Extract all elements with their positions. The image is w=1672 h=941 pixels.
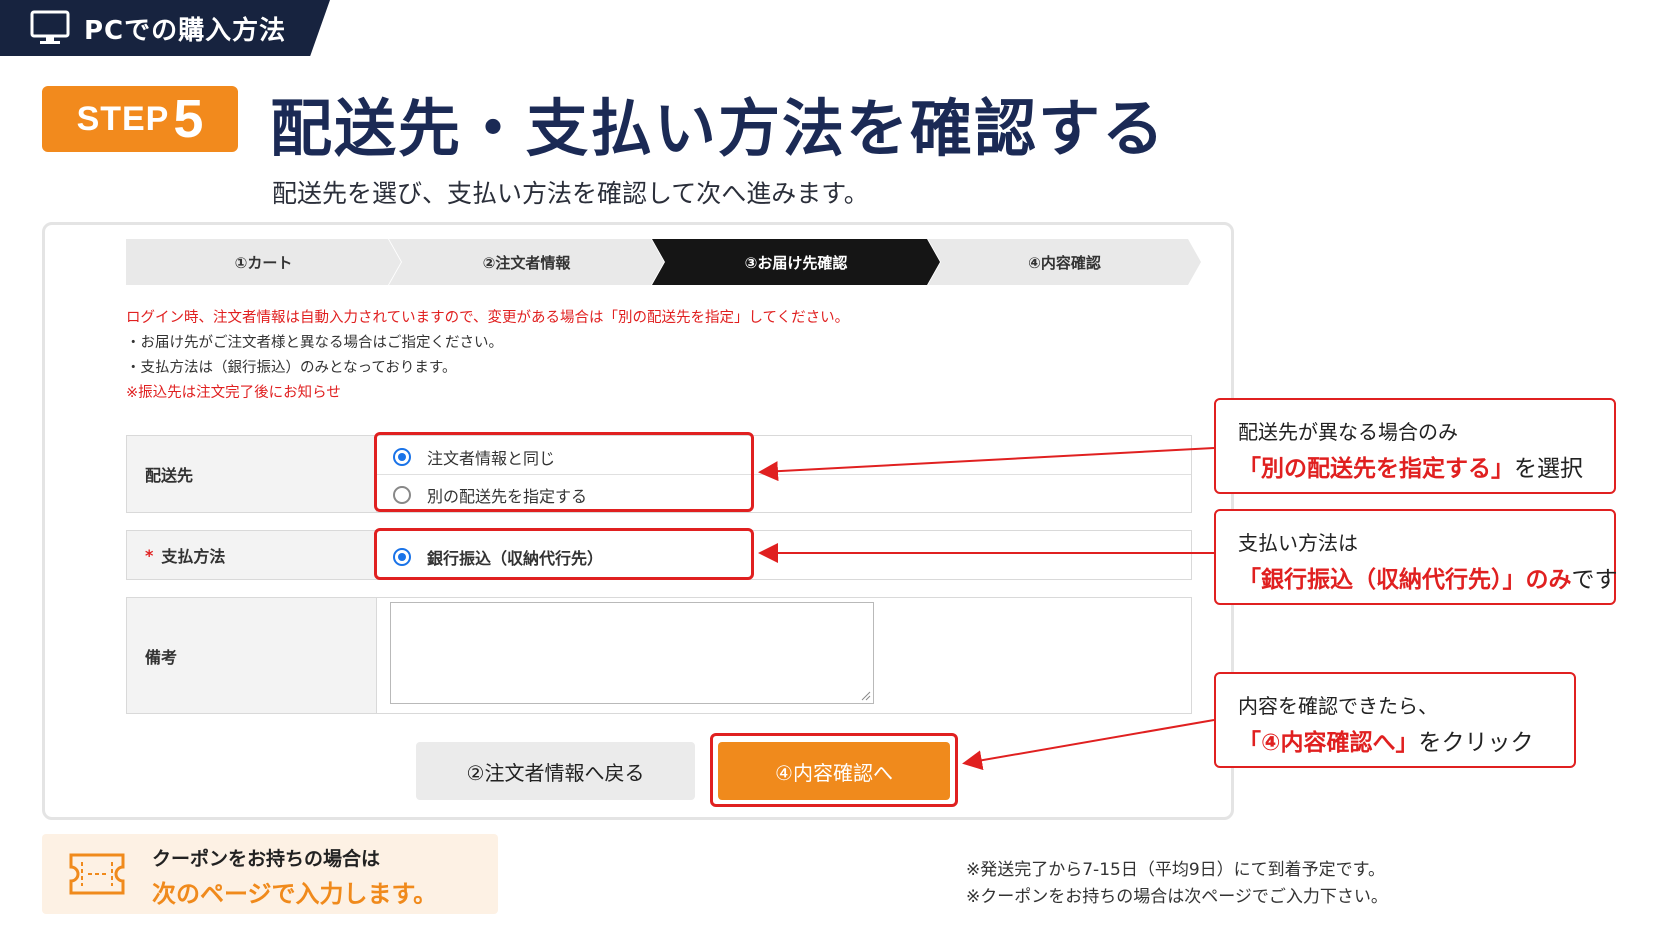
- remarks-textarea[interactable]: [390, 602, 874, 704]
- note-login: ログイン時、注文者情報は自動入力されていますので、変更がある場合は「別の配送先を…: [126, 310, 850, 326]
- callout-payment: 支払い方法は 「銀行振込（収納代行先）」のみです: [1214, 509, 1618, 605]
- highlight-shipping: [374, 432, 754, 512]
- callout-payment-em: 「銀行振込（収納代行先）」のみ: [1238, 567, 1572, 593]
- highlight-payment: [374, 528, 754, 580]
- callout-next-em: 「④内容確認へ」: [1238, 730, 1419, 756]
- page-title: 配送先・支払い方法を確認する: [270, 92, 1167, 165]
- callout-next: 内容を確認できたら、 「④内容確認へ」をクリック: [1214, 672, 1576, 768]
- coupon-box: クーポンをお持ちの場合は 次のページで入力します。: [42, 834, 498, 914]
- callout-payment-rest: です: [1571, 567, 1618, 593]
- step-number: 5: [173, 89, 204, 149]
- callout-payment-line1: 支払い方法は: [1238, 531, 1358, 555]
- monitor-icon: [30, 10, 70, 44]
- callout-next-line1: 内容を確認できたら、: [1238, 694, 1438, 718]
- footnotes: ※発送完了から7-15日（平均9日）にて到着予定です。 ※クーポンをお持ちの場合…: [966, 857, 1388, 911]
- callout-payment-line2: 「銀行振込（収納代行先）」のみです: [1238, 560, 1618, 594]
- coupon-line2: 次のページで入力します。: [152, 880, 438, 908]
- required-mark: *: [145, 545, 154, 565]
- payment-label: * 支払方法: [127, 531, 377, 579]
- callout-next-rest: をクリック: [1418, 730, 1534, 756]
- progress-step-cart: ①カート: [126, 239, 401, 285]
- callout-shipping-em: 「別の配送先を指定する」: [1238, 456, 1514, 482]
- instruction-notes: ログイン時、注文者情報は自動入力されていますので、変更がある場合は「別の配送先を…: [126, 306, 849, 406]
- resize-grip-icon[interactable]: [859, 689, 871, 701]
- callout-shipping-rest: を選択: [1514, 456, 1583, 482]
- header-tab: PCでの購入方法: [0, 0, 330, 56]
- progress-step-delivery-confirm: ③お届け先確認: [652, 239, 940, 285]
- note-delivery: ・お届け先がご注文者様と異なる場合はご指定ください。: [126, 335, 503, 351]
- remarks-label: 備考: [127, 598, 377, 713]
- back-to-orderer-button[interactable]: ②注文者情報へ戻る: [416, 742, 695, 800]
- progress-step-content-confirm: ④内容確認: [928, 239, 1201, 285]
- header-tab-label: PCでの購入方法: [84, 15, 287, 46]
- footnote-coupon: ※クーポンをお持ちの場合は次ページでご入力下さい。: [966, 887, 1388, 907]
- note-payment: ・支払方法は（銀行振込）のみとなっております。: [126, 360, 457, 376]
- callout-shipping-line2: 「別の配送先を指定する」を選択: [1238, 449, 1614, 483]
- note-transfer: ※振込先は注文完了後にお知らせ: [126, 385, 341, 401]
- payment-label-text: 支払方法: [161, 547, 226, 566]
- callout-shipping: 配送先が異なる場合のみ 「別の配送先を指定する」を選択: [1214, 398, 1616, 494]
- step-badge: STEP 5: [42, 86, 238, 152]
- callout-shipping-line1: 配送先が異なる場合のみ: [1238, 420, 1458, 444]
- progress-steps: ①カート ②注文者情報 ③お届け先確認 ④内容確認: [126, 239, 1201, 285]
- step-word: STEP: [76, 99, 170, 138]
- page-subtitle: 配送先を選び、支払い方法を確認して次へ進みます。: [272, 179, 869, 208]
- callout-next-line2: 「④内容確認へ」をクリック: [1238, 723, 1574, 757]
- coupon-line1: クーポンをお持ちの場合は: [152, 848, 381, 870]
- shipping-label: 配送先: [127, 436, 377, 512]
- progress-step-orderer-info: ②注文者情報: [389, 239, 664, 285]
- footnote-delivery: ※発送完了から7-15日（平均9日）にて到着予定です。: [966, 860, 1385, 880]
- coupon-ticket-icon: [69, 853, 125, 895]
- next-content-confirm-button[interactable]: ④内容確認へ: [718, 742, 950, 800]
